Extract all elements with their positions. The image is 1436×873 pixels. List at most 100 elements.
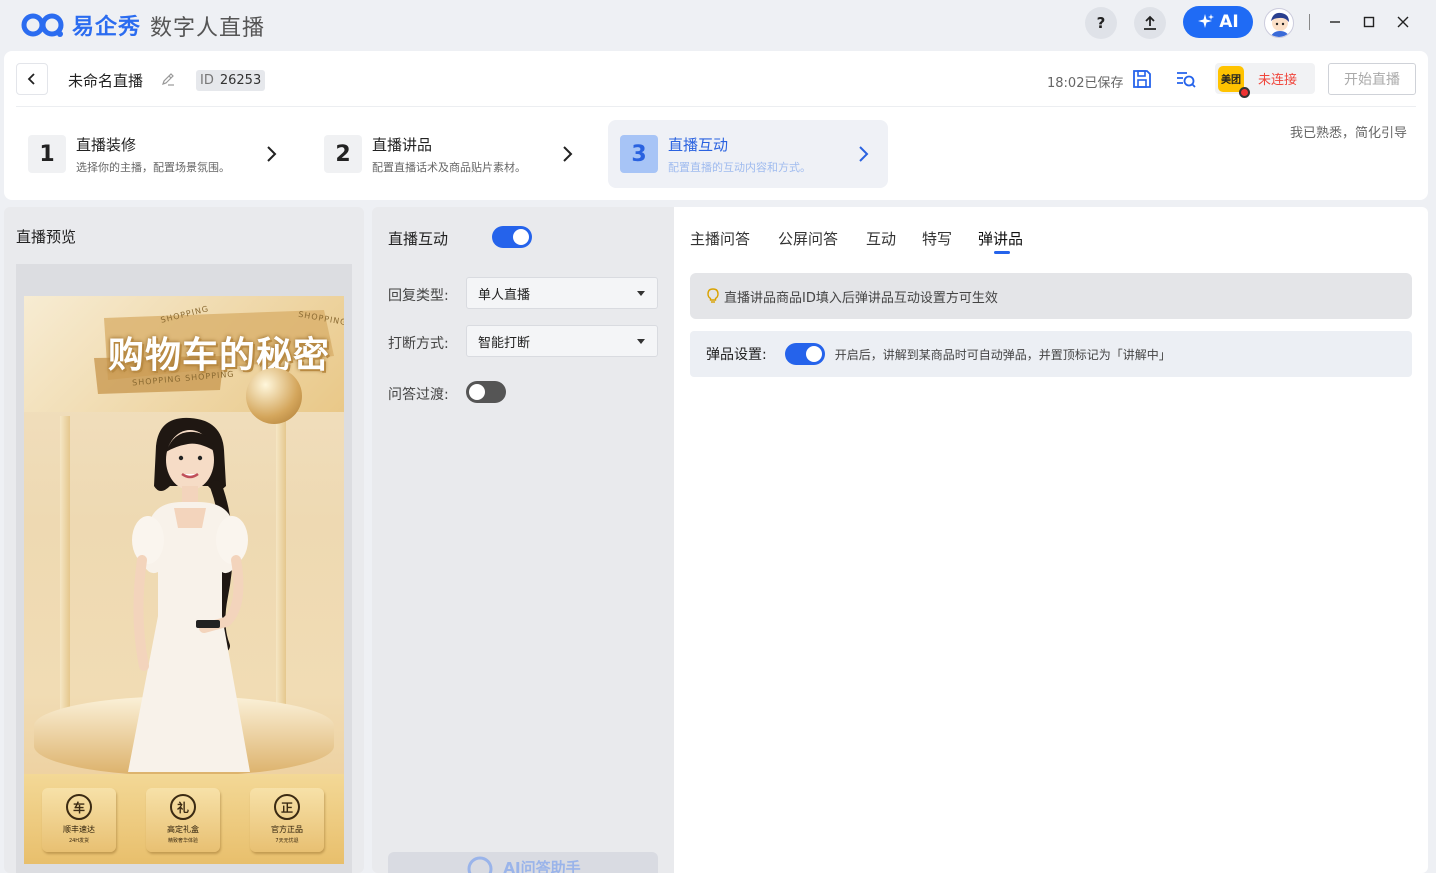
transition-toggle[interactable]	[466, 381, 506, 403]
maximize-icon	[1363, 16, 1375, 28]
popup-setting-row: 弹品设置: 开启后，讲解到某商品时可自动弹品，并置顶标记为「讲解中」	[690, 331, 1412, 377]
feature-strip: 车 顺丰速达 24H发货 礼 高定礼盒 精致奢华体验 正 官方正品 7天无忧退	[24, 774, 344, 864]
id-value: 26253	[219, 73, 262, 88]
step-desc: 配置直播的互动内容和方式。	[668, 160, 811, 174]
disconnected-dot-icon	[1239, 86, 1250, 98]
ai-button-label: AI	[1219, 12, 1239, 32]
stage-pillar	[60, 416, 70, 716]
ai-qa-label: AI问答助手	[503, 858, 581, 873]
project-name: 未命名直播	[68, 72, 144, 90]
back-button[interactable]	[16, 63, 48, 95]
step-interaction[interactable]: 3 直播互动 配置直播的互动内容和方式。	[608, 120, 888, 188]
preview-frame: SHOPPING SHOPPING 购物车的秘密 SHOPPING SHOPPI…	[16, 264, 352, 873]
feature-card: 正 官方正品 7天无忧退	[250, 788, 324, 852]
start-live-button[interactable]: 开始直播	[1328, 63, 1416, 95]
step-title: 直播讲品	[372, 135, 433, 154]
help-button[interactable]: ?	[1085, 7, 1117, 39]
tab-popup-product[interactable]: 弹讲品	[978, 228, 1023, 249]
close-button[interactable]	[1393, 12, 1413, 32]
caret-down-icon	[637, 291, 645, 296]
interrupt-value: 智能打断	[478, 335, 531, 351]
step-desc: 配置直播话术及商品贴片素材。	[372, 160, 526, 174]
preview-search-icon[interactable]	[1175, 68, 1197, 90]
titlebar-separator	[1309, 14, 1310, 30]
lightbulb-icon	[707, 288, 719, 303]
tab-screen-qa[interactable]: 公屏问答	[778, 228, 838, 249]
step-desc: 选择你的主播，配置场景氛围。	[76, 160, 230, 174]
user-avatar[interactable]	[1264, 8, 1294, 38]
edit-icon[interactable]	[160, 71, 176, 87]
meituan-logo-text: 美团	[1221, 75, 1241, 86]
interaction-toggle[interactable]	[492, 226, 532, 248]
step-title: 直播装修	[76, 135, 137, 154]
maximize-button[interactable]	[1359, 12, 1379, 32]
feature-subtitle: 精致奢华体验	[167, 838, 198, 844]
minimize-icon	[1330, 21, 1340, 23]
genuine-icon: 正	[274, 794, 300, 820]
preview-title: 直播预览	[16, 228, 77, 246]
chevron-right-icon	[859, 146, 869, 162]
active-tab-indicator	[994, 251, 1010, 254]
tip-bar: 直播讲品商品ID填入后弹讲品互动设置方可生效	[690, 273, 1412, 319]
step-title: 直播互动	[668, 135, 729, 154]
interaction-settings-panel: 直播互动 回复类型: 单人直播 打断方式: 智能打断 问答过渡: AI问答助手	[372, 207, 674, 873]
digital-human-presenter	[128, 417, 250, 772]
upload-button[interactable]	[1134, 7, 1166, 39]
tip-text: 直播讲品商品ID填入后弹讲品互动设置方可生效	[724, 290, 998, 306]
popup-setting-toggle[interactable]	[784, 343, 825, 365]
saved-status: 18:02已保存	[1047, 76, 1124, 91]
close-icon	[1397, 16, 1409, 28]
toggle-knob	[513, 229, 529, 245]
id-key: ID	[200, 73, 214, 88]
simplify-guide-link[interactable]: 我已熟悉，简化引导	[1290, 122, 1407, 141]
chevron-right-icon	[563, 146, 573, 162]
save-icon[interactable]	[1131, 68, 1153, 90]
reply-type-value: 单人直播	[478, 287, 531, 303]
gift-icon: 礼	[170, 794, 196, 820]
step-number: 1	[28, 135, 66, 173]
tab-interaction[interactable]: 互动	[866, 228, 896, 249]
platform-connection[interactable]: 美团 未连接	[1215, 63, 1315, 98]
reply-type-select[interactable]: 单人直播	[466, 277, 658, 309]
header-card: 未命名直播 ID 26253 18:02已保存 美团 未连接 开始直播 我已熟悉…	[4, 51, 1428, 200]
reply-type-label: 回复类型:	[388, 288, 449, 304]
feature-card: 礼 高定礼盒 精致奢华体验	[146, 788, 220, 852]
interaction-title: 直播互动	[388, 230, 449, 248]
minimize-button[interactable]	[1325, 12, 1345, 32]
stage-pillar	[276, 416, 286, 716]
step-products[interactable]: 2 直播讲品 配置直播话术及商品贴片素材。	[312, 120, 582, 188]
platform-status: 未连接	[1258, 73, 1298, 88]
logo-infinity-icon	[21, 13, 64, 37]
live-stage-preview: SHOPPING SHOPPING 购物车的秘密 SHOPPING SHOPPI…	[24, 296, 344, 864]
popup-setting-label: 弹品设置:	[706, 347, 767, 363]
feature-title: 高定礼盒	[167, 825, 199, 834]
toggle-knob	[805, 346, 822, 362]
tab-closeup[interactable]: 特写	[922, 228, 952, 249]
interrupt-select[interactable]: 智能打断	[466, 325, 658, 357]
chevron-right-icon	[267, 146, 277, 162]
truck-icon: 车	[66, 794, 92, 820]
preview-panel: 直播预览 SHOPPING SHOPPING 购物车的秘密 SHOPPING S…	[4, 207, 364, 873]
upload-icon	[1144, 15, 1156, 30]
help-icon: ?	[1096, 14, 1106, 32]
step-decoration[interactable]: 1 直播装修 选择你的主播，配置场景氛围。	[16, 120, 286, 188]
interaction-content-panel: 主播问答 公屏问答 互动 特写 弹讲品 直播讲品商品ID填入后弹讲品互动设置方可…	[674, 207, 1428, 873]
sparkle-icon	[1198, 14, 1215, 28]
feature-title: 顺丰速达	[63, 825, 95, 834]
title-bar: 易企秀 数字人直播 ? AI	[0, 0, 1436, 48]
step-number: 2	[324, 135, 362, 173]
avatar-icon	[1270, 12, 1290, 37]
caret-down-icon	[637, 339, 645, 344]
feature-subtitle: 7天无忧退	[275, 838, 299, 844]
app-subtitle: 数字人直播	[150, 16, 266, 41]
meituan-logo: 美团	[1218, 65, 1250, 98]
step-number: 3	[620, 135, 658, 173]
ai-qa-icon	[467, 856, 493, 873]
popup-setting-desc: 开启后，讲解到某商品时可自动弹品，并置顶标记为「讲解中」	[834, 347, 1171, 362]
feature-subtitle: 24H发货	[68, 838, 90, 844]
id-badge: ID 26253	[196, 70, 266, 91]
ai-button[interactable]: AI	[1183, 6, 1253, 38]
tab-host-qa[interactable]: 主播问答	[690, 228, 750, 249]
ai-qa-assistant-button[interactable]: AI问答助手	[388, 852, 658, 873]
chevron-left-icon	[27, 73, 35, 85]
